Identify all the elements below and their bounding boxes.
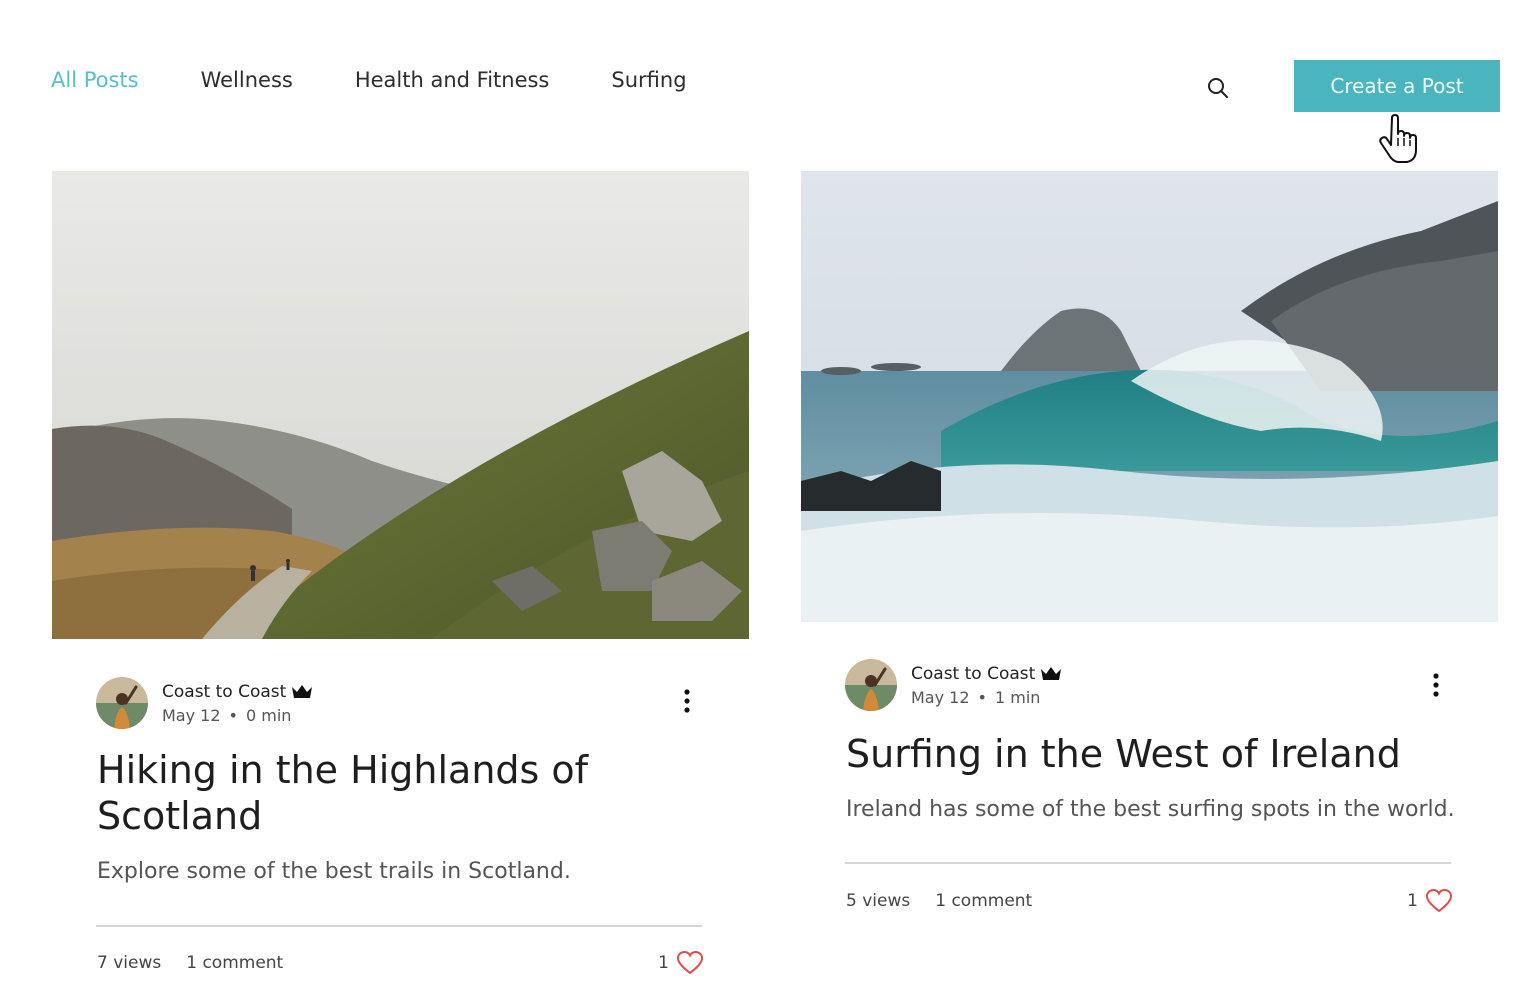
likes-count: 1 [658, 953, 669, 973]
post-meta: Coast to Coast May 12 • 1 min [845, 659, 1062, 711]
post-title[interactable]: Hiking in the Highlands of Scotland [97, 747, 697, 839]
read-time: 1 min [994, 687, 1041, 707]
comments-count[interactable]: 1 comment [935, 891, 1032, 911]
read-time: 0 min [245, 705, 292, 725]
post-cover-image[interactable] [801, 171, 1498, 622]
post-cover-image[interactable] [52, 171, 749, 639]
avatar[interactable] [845, 659, 897, 711]
divider [96, 925, 702, 927]
author-name[interactable]: Coast to Coast [162, 682, 286, 702]
nav-item-surfing[interactable]: Surfing [611, 68, 686, 92]
author-name[interactable]: Coast to Coast [911, 664, 1035, 684]
post-excerpt: Ireland has some of the best surfing spo… [846, 797, 1455, 822]
crown-icon [292, 685, 313, 698]
likes-count: 1 [1407, 891, 1418, 911]
comments-count[interactable]: 1 comment [186, 953, 283, 973]
crown-icon [1041, 667, 1062, 680]
hand-cursor-icon [1378, 114, 1418, 164]
post-card[interactable]: Coast to Coast May 12 • 1 min Surfing in t… [801, 171, 1498, 913]
separator-dot: • [228, 705, 238, 725]
more-options-icon[interactable] [1424, 670, 1448, 700]
post-stats: 7 views 1 comment 1 [97, 951, 703, 975]
heart-icon[interactable] [677, 951, 703, 975]
search-icon[interactable] [1206, 76, 1230, 100]
views-count: 7 views [97, 953, 162, 973]
post-meta: Coast to Coast May 12 • 0 min [96, 677, 313, 729]
divider [845, 862, 1451, 864]
post-excerpt: Explore some of the best trails in Scotl… [97, 859, 571, 884]
nav-item-wellness[interactable]: Wellness [201, 68, 293, 92]
nav-item-health-and-fitness[interactable]: Health and Fitness [355, 68, 550, 92]
create-post-button[interactable]: Create a Post [1294, 60, 1500, 112]
heart-icon[interactable] [1426, 889, 1452, 913]
post-date: May 12 [911, 687, 970, 707]
more-options-icon[interactable] [675, 686, 699, 716]
post-date: May 12 [162, 705, 221, 725]
avatar[interactable] [96, 677, 148, 729]
views-count: 5 views [846, 891, 911, 911]
post-card[interactable]: Coast to Coast May 12 • 0 min Hiking in th… [52, 171, 749, 975]
post-stats: 5 views 1 comment 1 [846, 889, 1452, 913]
nav-item-all-posts[interactable]: All Posts [51, 68, 139, 92]
post-title[interactable]: Surfing in the West of Ireland [846, 731, 1446, 777]
category-nav: All Posts Wellness Health and Fitness Su… [51, 68, 687, 92]
separator-dot: • [977, 687, 987, 707]
